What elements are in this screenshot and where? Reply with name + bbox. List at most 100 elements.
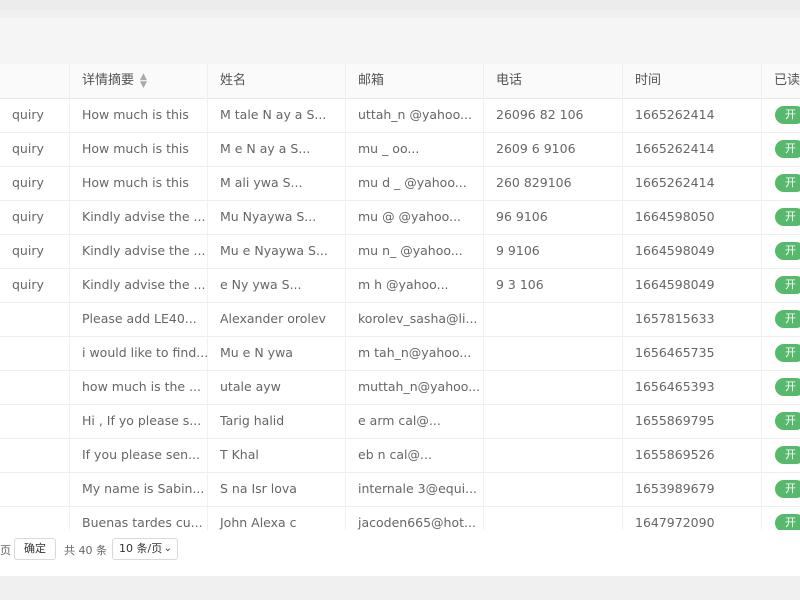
table-row: quiry How much is this M ali ywa S... mu… (0, 166, 800, 201)
cell-summary[interactable]: i would like to find... (70, 336, 208, 370)
header-name: 姓名 (208, 64, 346, 98)
cell-time: 1656465735 (623, 336, 762, 370)
cell-name: Tarig halid (208, 404, 346, 438)
cell-phone: 2609 6 9106 (484, 132, 623, 166)
cell-name: M tale N ay a S... (208, 98, 346, 132)
cell-summary[interactable]: How much is this (70, 132, 208, 166)
cell-time: 1656465393 (623, 370, 762, 404)
table-row: Buenas tardes cu... John Alexa c jacoden… (0, 506, 800, 530)
cell-email: uttah_n @yahoo... (346, 98, 484, 132)
read-status-toggle[interactable]: 开 (775, 378, 800, 396)
cell-type (0, 506, 70, 530)
cell-summary[interactable]: Hi , If yo please s... (70, 404, 208, 438)
read-status-toggle[interactable]: 开 (775, 174, 800, 192)
cell-type (0, 438, 70, 472)
cell-name: Mu e Nyaywa S... (208, 234, 346, 268)
cell-name: M ali ywa S... (208, 166, 346, 200)
cell-summary[interactable]: Buenas tardes cu... (70, 506, 208, 530)
cell-email: jacoden665@hot... (346, 506, 484, 530)
cell-time: 1664598050 (623, 200, 762, 234)
table-row: i would like to find... Mu e N ywa m tah… (0, 336, 800, 371)
cell-type (0, 472, 70, 506)
cell-phone: 96 9106 (484, 200, 623, 234)
header-phone: 电话 (484, 64, 623, 98)
cell-summary[interactable]: Kindly advise the ... (70, 234, 208, 268)
table-row: quiry Kindly advise the ... Mu Nyaywa S.… (0, 200, 800, 235)
cell-email: mu n_ @yahoo... (346, 234, 484, 268)
table-row: Hi , If yo please s... Tarig halid e arm… (0, 404, 800, 439)
cell-summary[interactable]: how much is the ... (70, 370, 208, 404)
cell-time: 1664598049 (623, 268, 762, 302)
data-table: 详情摘要 ▲ ▼ 姓名 邮箱 电话 时间 已读 quiry How much is … (0, 64, 800, 530)
cell-name: S na Isr lova (208, 472, 346, 506)
cell-summary[interactable]: Please add LE40... (70, 302, 208, 336)
sort-icon[interactable]: ▲ ▼ (140, 72, 147, 89)
page-size-value: 10 条/页 (119, 542, 163, 555)
cell-type: quiry (0, 166, 70, 200)
read-status-toggle[interactable]: 开 (775, 480, 800, 498)
cell-summary[interactable]: If you please sen... (70, 438, 208, 472)
cell-email: m h @yahoo... (346, 268, 484, 302)
cell-summary[interactable]: Kindly advise the ... (70, 200, 208, 234)
table-row: If you please sen... T Khal eb n cal@...… (0, 438, 800, 473)
cell-summary[interactable]: Kindly advise the ... (70, 268, 208, 302)
cell-email: m tah_n@yahoo... (346, 336, 484, 370)
table-row: quiry How much is this M e N ay a S... m… (0, 132, 800, 167)
table-row: how much is the ... utale ayw muttah_n@y… (0, 370, 800, 405)
cell-email: muttah_n@yahoo... (346, 370, 484, 404)
panel-header (0, 18, 800, 64)
read-status-toggle[interactable]: 开 (775, 140, 800, 158)
page-size-select[interactable]: 10 条/页 ⌄ (112, 538, 178, 560)
cell-time: 1653989679 (623, 472, 762, 506)
cell-name: utale ayw (208, 370, 346, 404)
cell-type: quiry (0, 200, 70, 234)
cell-name: M e N ay a S... (208, 132, 346, 166)
cell-summary[interactable]: How much is this (70, 166, 208, 200)
confirm-button[interactable]: 确定 (14, 538, 56, 560)
cell-type (0, 336, 70, 370)
header-email: 邮箱 (346, 64, 484, 98)
cell-phone (484, 336, 623, 370)
read-status-toggle[interactable]: 开 (775, 310, 800, 328)
app-frame: 详情摘要 ▲ ▼ 姓名 邮箱 电话 时间 已读 quiry How much is … (0, 0, 800, 600)
cell-type: quiry (0, 98, 70, 132)
read-status-toggle[interactable]: 开 (775, 106, 800, 124)
table-row: Please add LE40... Alexander orolev koro… (0, 302, 800, 337)
cell-email: mu _ oo... (346, 132, 484, 166)
cell-phone: 260 829106 (484, 166, 623, 200)
cell-time: 1655869526 (623, 438, 762, 472)
cell-phone (484, 438, 623, 472)
read-status-toggle[interactable]: 开 (775, 412, 800, 430)
cell-type: quiry (0, 268, 70, 302)
cell-time: 1665262414 (623, 98, 762, 132)
read-status-toggle[interactable]: 开 (775, 514, 800, 530)
cell-time: 1655869795 (623, 404, 762, 438)
cell-time: 1665262414 (623, 132, 762, 166)
cell-phone (484, 506, 623, 530)
header-summary[interactable]: 详情摘要 ▲ ▼ (70, 64, 208, 98)
read-status-toggle[interactable]: 开 (775, 242, 800, 260)
cell-summary[interactable]: My name is Sabin... (70, 472, 208, 506)
cell-email: korolev_sasha@li... (346, 302, 484, 336)
page-suffix-label: 页 (0, 544, 11, 557)
cell-type (0, 302, 70, 336)
cell-phone (484, 302, 623, 336)
total-count: 共 40 条 (64, 544, 107, 557)
cell-type: quiry (0, 234, 70, 268)
table-header: 详情摘要 ▲ ▼ 姓名 邮箱 电话 时间 已读 (0, 64, 800, 99)
cell-type: quiry (0, 132, 70, 166)
cell-email: eb n cal@... (346, 438, 484, 472)
cell-name: John Alexa c (208, 506, 346, 530)
cell-time: 1665262414 (623, 166, 762, 200)
chevron-down-icon: ⌄ (163, 543, 172, 554)
read-status-toggle[interactable]: 开 (775, 208, 800, 226)
read-status-toggle[interactable]: 开 (775, 446, 800, 464)
read-status-toggle[interactable]: 开 (775, 276, 800, 294)
cell-phone (484, 404, 623, 438)
cell-phone: 9 3 106 (484, 268, 623, 302)
cell-email: e arm cal@... (346, 404, 484, 438)
cell-name: e Ny ywa S... (208, 268, 346, 302)
read-status-toggle[interactable]: 开 (775, 344, 800, 362)
cell-summary[interactable]: How much is this (70, 98, 208, 132)
cell-name: Mu Nyaywa S... (208, 200, 346, 234)
